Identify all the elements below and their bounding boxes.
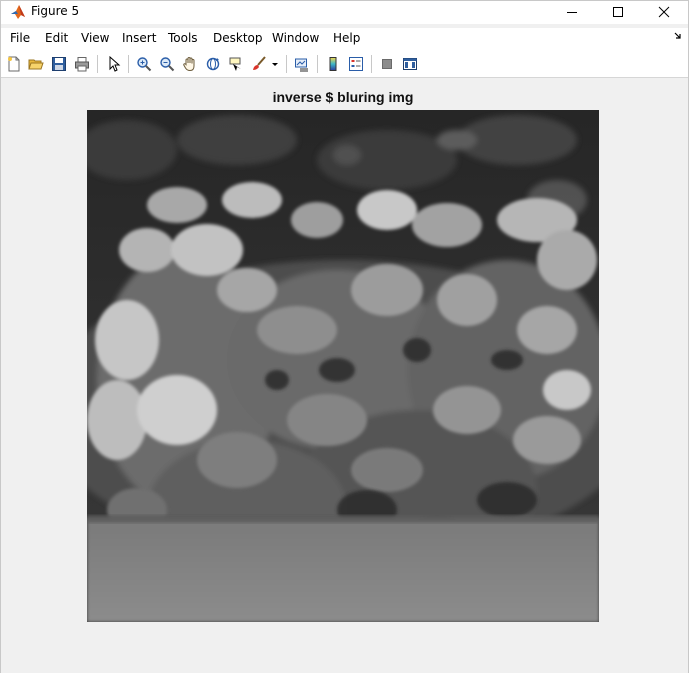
menu-file[interactable]: File (10, 31, 30, 45)
close-icon (658, 6, 670, 18)
axes-title: inverse $ bluring img (272, 89, 414, 105)
pan-button[interactable] (181, 55, 199, 73)
zoom-in-button[interactable] (135, 55, 153, 73)
zoom-in-icon (137, 57, 152, 72)
menu-window[interactable]: Window (272, 31, 319, 45)
brush-button[interactable] (250, 55, 268, 73)
dock-arrow-icon[interactable] (674, 32, 682, 43)
show-plot-tools-icon (403, 58, 417, 70)
data-cursor-button[interactable] (227, 55, 245, 73)
insert-legend-button[interactable] (347, 55, 365, 73)
save-icon (52, 57, 66, 71)
figure-toolbar (1, 50, 688, 78)
open-file-icon (28, 59, 44, 70)
brush-icon (253, 56, 266, 70)
toolbar-separator (286, 55, 287, 73)
toolbar-separator (371, 55, 372, 73)
maximize-button[interactable] (595, 1, 641, 23)
maximize-icon (613, 7, 623, 17)
zoom-out-icon (160, 57, 175, 72)
hide-plot-tools-button[interactable] (378, 55, 396, 73)
pan-hand-icon (183, 56, 195, 72)
hide-plot-tools-icon (382, 59, 392, 69)
menu-tools[interactable]: Tools (168, 31, 198, 45)
insert-colorbar-icon (329, 57, 337, 71)
menu-edit[interactable]: Edit (45, 31, 68, 45)
edit-plot-button[interactable] (105, 55, 123, 73)
window-title: Figure 5 (31, 4, 80, 18)
close-button[interactable] (641, 1, 687, 23)
rotate-3d-button[interactable] (204, 55, 222, 73)
insert-legend-icon (349, 57, 363, 71)
toolbar-separator (128, 55, 129, 73)
new-figure-icon (8, 56, 20, 72)
data-cursor-icon (229, 57, 241, 71)
minimize-icon (567, 12, 577, 13)
link-plot-button[interactable] (293, 55, 311, 73)
save-button[interactable] (50, 55, 68, 73)
edit-plot-arrow-icon (109, 56, 121, 72)
grayscale-image[interactable] (87, 110, 599, 622)
menu-desktop[interactable]: Desktop (213, 31, 263, 45)
zoom-out-button[interactable] (158, 55, 176, 73)
rotate-3d-icon (206, 57, 220, 71)
blurred-foliage-image (87, 110, 599, 622)
show-plot-tools-button[interactable] (401, 55, 419, 73)
matlab-logo-icon (10, 4, 26, 20)
menu-insert[interactable]: Insert (122, 31, 156, 45)
menu-bar: File Edit View Insert Tools Desktop Wind… (1, 28, 688, 50)
chevron-down-icon (272, 63, 278, 66)
title-bar[interactable]: Figure 5 (1, 1, 688, 24)
link-plot-icon (295, 58, 308, 72)
figure-window: Figure 5 File Edit View Insert Tools Des… (0, 0, 689, 673)
toolbar-separator (97, 55, 98, 73)
minimize-button[interactable] (549, 1, 595, 23)
open-file-button[interactable] (27, 55, 45, 73)
menu-view[interactable]: View (81, 31, 109, 45)
print-button[interactable] (73, 55, 91, 73)
print-icon (75, 57, 89, 72)
brush-dropdown-button[interactable] (269, 55, 281, 73)
menu-help[interactable]: Help (333, 31, 360, 45)
figure-canvas[interactable]: inverse $ bluring img (1, 79, 688, 673)
toolbar-separator (317, 55, 318, 73)
new-figure-button[interactable] (5, 55, 23, 73)
insert-colorbar-button[interactable] (324, 55, 342, 73)
